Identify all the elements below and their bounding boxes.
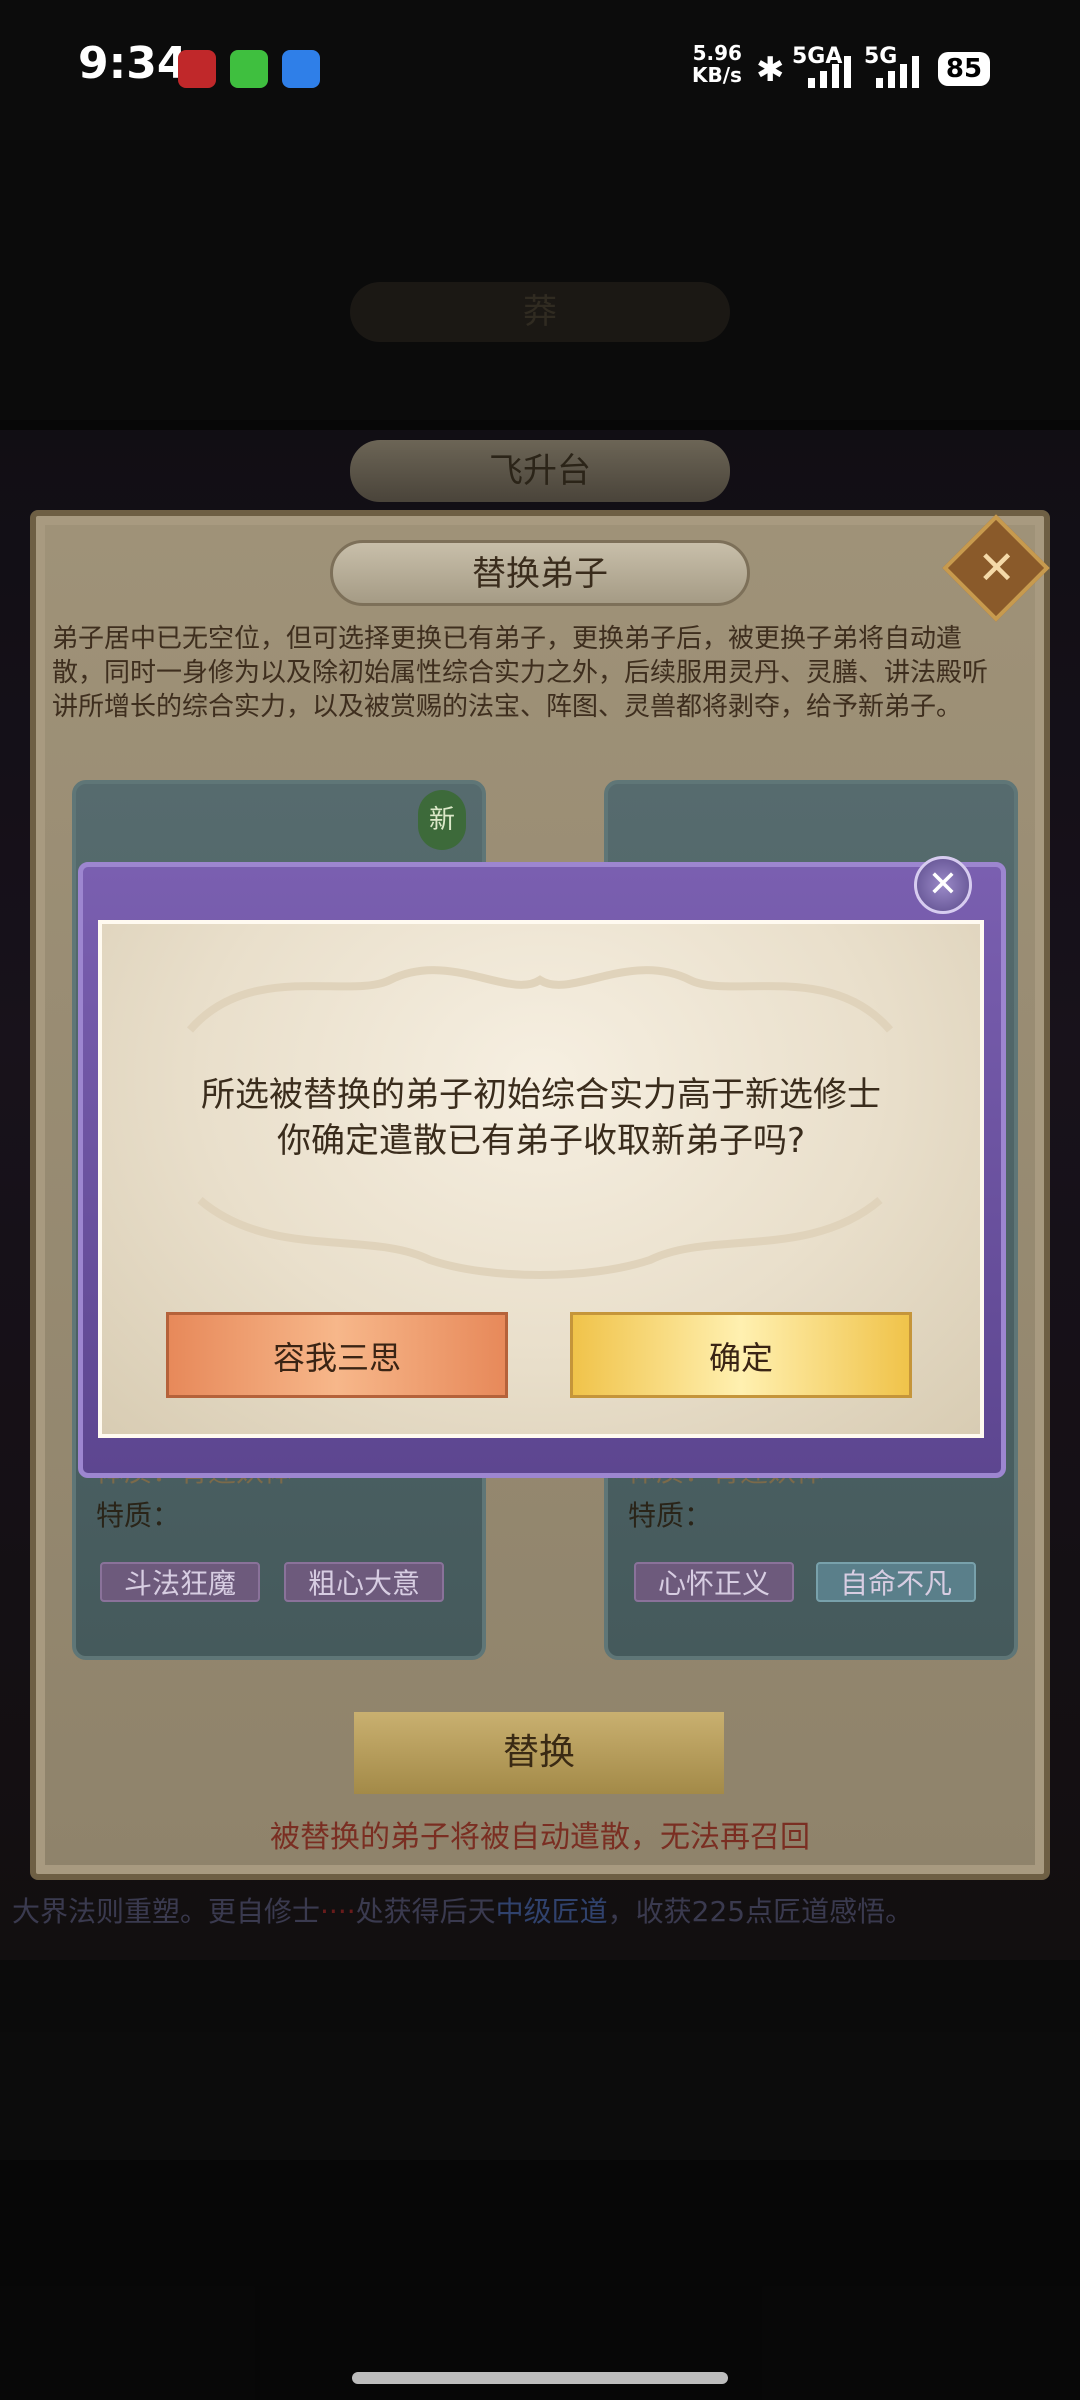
dialog-close-button[interactable]: ✕ [914, 856, 972, 914]
right-trait-1: 心怀正义 [634, 1562, 794, 1602]
left-trait-1: 斗法狂魔 [100, 1562, 260, 1602]
replace-warning: 被替换的弟子将被自动遣散，无法再召回 [270, 1820, 810, 1855]
dialog-message: 所选被替换的弟子初始综合实力高于新选修士 你确定遣散已有弟子收取新弟子吗? [201, 1075, 881, 1161]
cancel-button[interactable]: 容我三思 [166, 1312, 508, 1398]
app-notification-icon [178, 50, 216, 88]
battery-indicator: 85 [938, 52, 990, 86]
right-trait-2: 自命不凡 [816, 1562, 976, 1602]
panel-description: 弟子居中已无空位，但可选择更换已有弟子，更换弟子后，被更换子弟将自动遣散，同时一… [52, 624, 989, 722]
clock: 9:34 [78, 38, 188, 89]
payment-notification-icon [282, 50, 320, 88]
close-icon: ✕ [977, 540, 1016, 595]
confirm-button[interactable]: 确定 [570, 1312, 912, 1398]
signal-bars-icon [808, 56, 851, 88]
status-bar: 9:34 5.96 KB/s ✱ 5GA 5G 85 [0, 0, 1080, 140]
home-indicator[interactable] [352, 2372, 728, 2384]
ascension-platform-title: 飞升台 [350, 440, 730, 502]
message-notification-icon [230, 50, 268, 88]
right-card-traits-label: 特质： [628, 1499, 713, 1532]
net-speed: 5.96 KB/s [692, 41, 742, 87]
replace-button[interactable]: 替换 [354, 1712, 724, 1794]
left-card-traits-label: 特质： [96, 1499, 181, 1532]
signal-bars-icon-2 [876, 56, 919, 88]
panel-title: 替换弟子 [330, 540, 750, 606]
bluetooth-icon: ✱ [756, 50, 785, 90]
close-icon: ✕ [927, 864, 959, 905]
left-trait-2: 粗心大意 [284, 1562, 444, 1602]
new-badge: 新 [418, 790, 466, 850]
